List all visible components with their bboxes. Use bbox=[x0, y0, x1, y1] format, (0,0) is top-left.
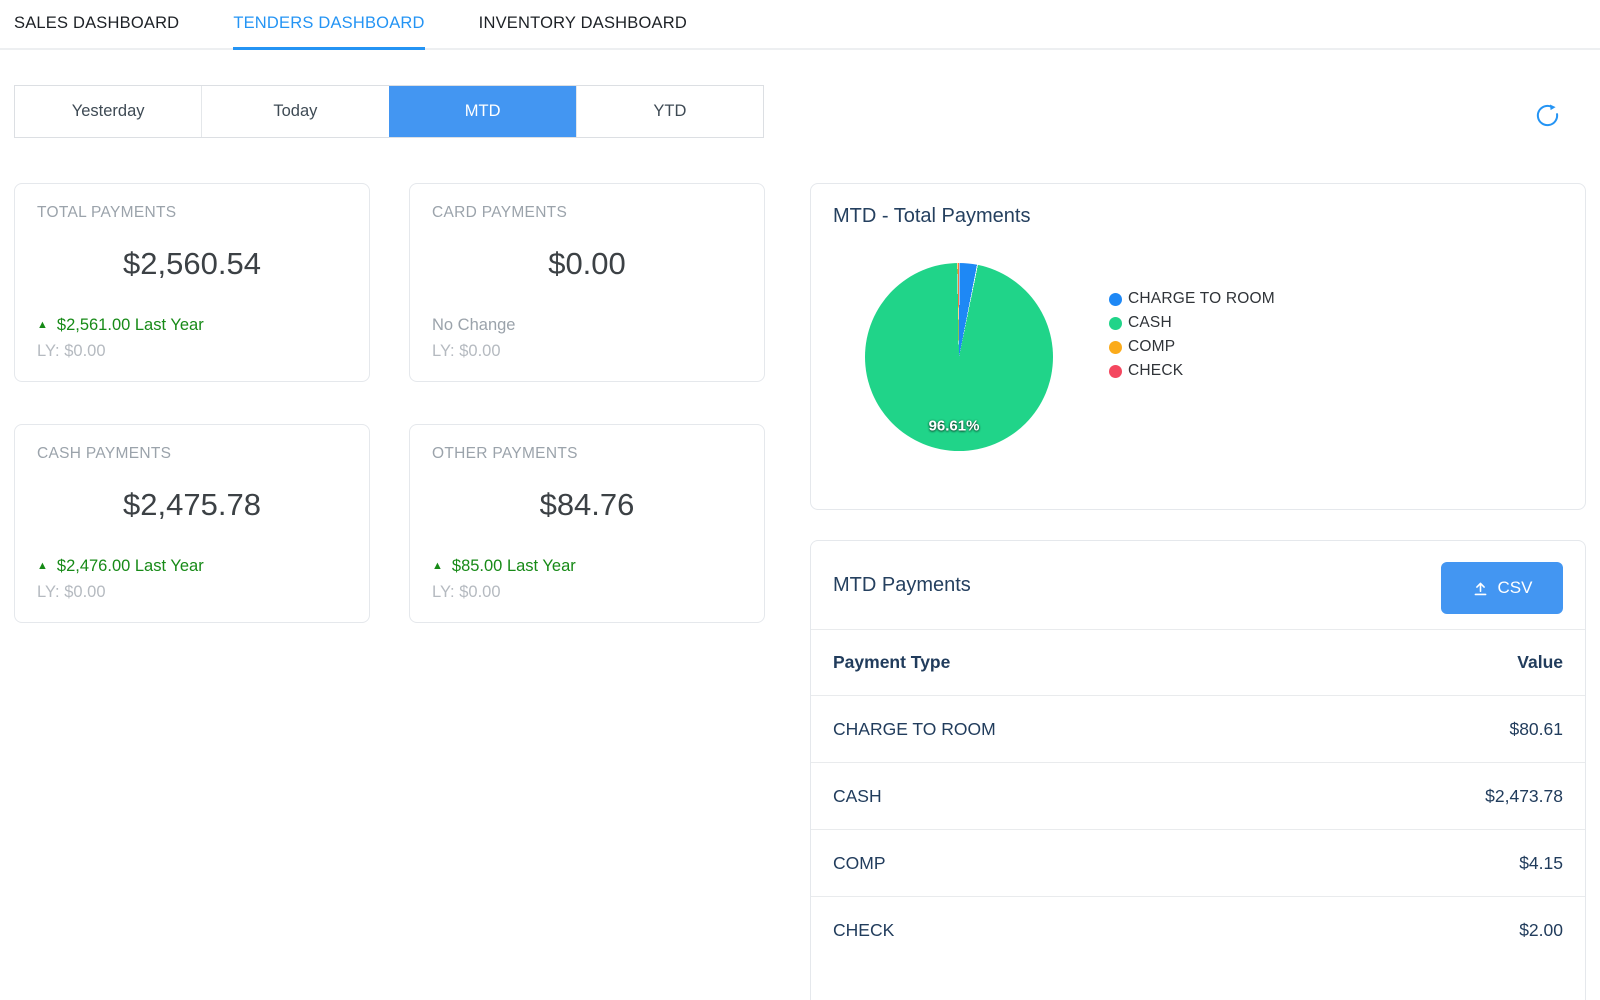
value-cell: $80.61 bbox=[1509, 719, 1563, 740]
table-title: MTD Payments bbox=[833, 541, 971, 629]
stat-card-value: $2,560.54 bbox=[37, 246, 347, 282]
dashboard-tabbar: SALES DASHBOARD TENDERS DASHBOARD INVENTOR… bbox=[0, 0, 1600, 50]
legend-item-comp[interactable]: COMP bbox=[1109, 335, 1275, 359]
payment-type-cell: COMP bbox=[833, 853, 886, 874]
legend-label: CHECK bbox=[1128, 362, 1183, 380]
stat-card-delta: ▲ $85.00 Last Year bbox=[432, 557, 742, 576]
stat-card-label: TOTAL PAYMENTS bbox=[37, 204, 347, 222]
stat-card-last-year: LY: $0.00 bbox=[432, 342, 742, 361]
stat-card-value: $0.00 bbox=[432, 246, 742, 282]
stat-card-last-year: LY: $0.00 bbox=[37, 583, 347, 602]
tab-tenders-dashboard[interactable]: TENDERS DASHBOARD bbox=[233, 0, 424, 50]
table-row-charge-to-room: CHARGE TO ROOM $80.61 bbox=[811, 695, 1585, 762]
payments-table-card: MTD Payments CSV Payment Type Value CHAR… bbox=[810, 540, 1586, 1000]
pie-chart-legend: CHARGE TO ROOM CASH COMP CHECK bbox=[1109, 287, 1275, 383]
legend-label: CASH bbox=[1128, 314, 1172, 332]
value-cell: $2,473.78 bbox=[1485, 786, 1563, 807]
pie-chart-card: MTD - Total Payments 96.61% CHARGE TO RO… bbox=[810, 183, 1586, 510]
table-row-check: CHECK $2.00 bbox=[811, 896, 1585, 963]
triangle-up-icon: ▲ bbox=[37, 561, 48, 572]
stat-card-delta-text: $2,561.00 Last Year bbox=[57, 316, 204, 335]
table-column-headers: Payment Type Value bbox=[811, 629, 1585, 695]
payment-type-cell: CHARGE TO ROOM bbox=[833, 719, 996, 740]
pie-slice-percentage-label: 96.61% bbox=[929, 418, 980, 435]
legend-label: CHARGE TO ROOM bbox=[1128, 290, 1275, 308]
triangle-up-icon: ▲ bbox=[37, 320, 48, 331]
stat-card-cash-payments: CASH PAYMENTS $2,475.78 ▲ $2,476.00 Last … bbox=[14, 424, 370, 623]
payment-type-cell: CASH bbox=[833, 786, 882, 807]
legend-dot bbox=[1109, 365, 1122, 378]
triangle-up-icon: ▲ bbox=[432, 561, 443, 572]
payment-type-cell: CHECK bbox=[833, 920, 894, 941]
value-cell: $4.15 bbox=[1519, 853, 1563, 874]
table-row-comp: COMP $4.15 bbox=[811, 829, 1585, 896]
table-header-area: MTD Payments CSV bbox=[811, 541, 1585, 629]
csv-button-label: CSV bbox=[1498, 578, 1533, 598]
period-option-yesterday[interactable]: Yesterday bbox=[15, 86, 201, 137]
value-cell: $2.00 bbox=[1519, 920, 1563, 941]
legend-item-charge-to-room[interactable]: CHARGE TO ROOM bbox=[1109, 287, 1275, 311]
stat-card-last-year: LY: $0.00 bbox=[432, 583, 742, 602]
csv-export-button[interactable]: CSV bbox=[1441, 562, 1563, 614]
stat-card-delta: ▲ $2,476.00 Last Year bbox=[37, 557, 347, 576]
period-selector: YesterdayTodayMTDYTD bbox=[14, 85, 764, 138]
period-option-ytd[interactable]: YTD bbox=[576, 86, 763, 137]
legend-item-check[interactable]: CHECK bbox=[1109, 359, 1275, 383]
pie-chart-title: MTD - Total Payments bbox=[833, 205, 1030, 228]
refresh-button[interactable] bbox=[1532, 100, 1562, 130]
stat-card-delta-text: $2,476.00 Last Year bbox=[57, 557, 204, 576]
column-header-payment-type: Payment Type bbox=[833, 652, 950, 673]
refresh-icon bbox=[1534, 102, 1561, 129]
table-row-cash: CASH $2,473.78 bbox=[811, 762, 1585, 829]
period-option-today[interactable]: Today bbox=[201, 86, 388, 137]
stat-card-delta: ▲ $2,561.00 Last Year bbox=[37, 316, 347, 335]
legend-item-cash[interactable]: CASH bbox=[1109, 311, 1275, 335]
stat-card-value: $84.76 bbox=[432, 487, 742, 523]
tab-sales-dashboard[interactable]: SALES DASHBOARD bbox=[14, 0, 179, 50]
upload-icon bbox=[1472, 580, 1489, 597]
legend-dot bbox=[1109, 293, 1122, 306]
table-body: CHARGE TO ROOM $80.61 CASH $2,473.78 COM… bbox=[811, 695, 1585, 963]
legend-label: COMP bbox=[1128, 338, 1175, 356]
period-option-mtd[interactable]: MTD bbox=[389, 86, 576, 137]
column-header-value: Value bbox=[1517, 652, 1563, 673]
stat-card-value: $2,475.78 bbox=[37, 487, 347, 523]
tab-inventory-dashboard[interactable]: INVENTORY DASHBOARD bbox=[479, 0, 687, 50]
stat-card-grid: TOTAL PAYMENTS $2,560.54 ▲ $2,561.00 Last… bbox=[14, 183, 765, 623]
stat-card-other-payments: OTHER PAYMENTS $84.76 ▲$85.00 Last Year … bbox=[409, 424, 765, 623]
legend-dot bbox=[1109, 317, 1122, 330]
legend-dot bbox=[1109, 341, 1122, 354]
stat-card-label: CASH PAYMENTS bbox=[37, 445, 347, 463]
stat-card-delta: ▲No Change bbox=[432, 316, 742, 335]
stat-card-last-year: LY: $0.00 bbox=[37, 342, 347, 361]
stat-card-label: CARD PAYMENTS bbox=[432, 204, 742, 222]
stat-card-total-payments: TOTAL PAYMENTS $2,560.54 ▲ $2,561.00 Last… bbox=[14, 183, 370, 382]
stat-card-delta-text: No Change bbox=[432, 316, 515, 335]
stat-card-card-payments: CARD PAYMENTS $0.00 ▲No Change LY: $0.00 bbox=[409, 183, 765, 382]
stat-card-delta-text: $85.00 Last Year bbox=[452, 557, 576, 576]
stat-card-label: OTHER PAYMENTS bbox=[432, 445, 742, 463]
